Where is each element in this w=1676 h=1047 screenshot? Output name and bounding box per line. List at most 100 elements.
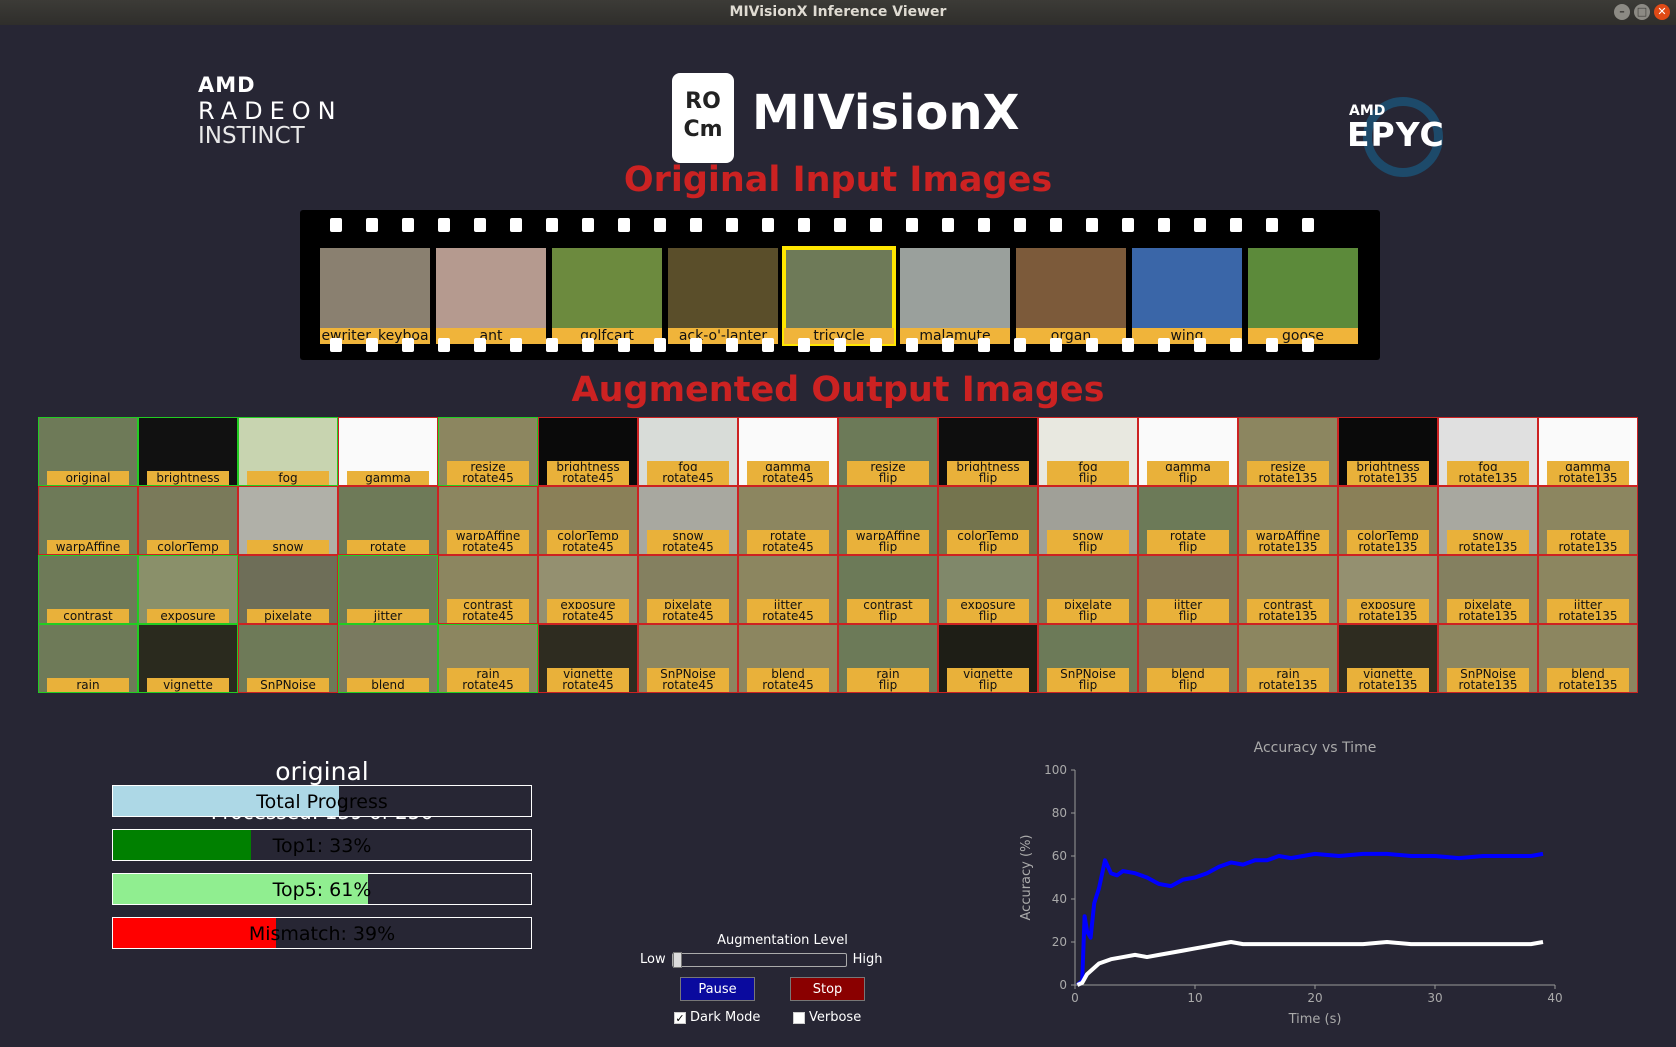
augmented-image-cell[interactable]: contrast rotate45 <box>438 555 538 624</box>
augmented-image-cell[interactable]: vignette flip <box>938 624 1038 693</box>
input-image-thumbnail[interactable]: malamute <box>900 248 1010 344</box>
sprocket-hole <box>474 338 486 352</box>
augmented-image-cell[interactable]: pixelate flip <box>1038 555 1138 624</box>
augmented-image-cell[interactable]: blend rotate135 <box>1538 624 1638 693</box>
augmented-image-cell[interactable]: colorTemp rotate135 <box>1338 486 1438 555</box>
augmented-image-cell[interactable]: pixelate rotate45 <box>638 555 738 624</box>
augmented-image-cell[interactable]: gamma rotate135 <box>1538 417 1638 486</box>
sprocket-hole <box>510 338 522 352</box>
slider-handle[interactable] <box>672 951 682 968</box>
augmented-image-cell[interactable]: brightness rotate135 <box>1338 417 1438 486</box>
augmented-image-cell[interactable]: snow flip <box>1038 486 1138 555</box>
augmented-image-cell[interactable]: jitter rotate135 <box>1538 555 1638 624</box>
augmented-image-cell[interactable]: rotate rotate135 <box>1538 486 1638 555</box>
augmented-image-cell[interactable]: gamma <box>338 417 438 486</box>
augmented-image-cell[interactable]: fog flip <box>1038 417 1138 486</box>
augmented-image-cell[interactable]: jitter <box>338 555 438 624</box>
augmented-image-cell[interactable]: snow rotate45 <box>638 486 738 555</box>
input-image-thumbnail[interactable]: tricycle <box>782 246 896 346</box>
augmented-image-cell[interactable]: exposure rotate45 <box>538 555 638 624</box>
augmentation-label: flip <box>1147 678 1229 692</box>
sprocket-hole <box>1158 218 1170 232</box>
checkbox-box-icon[interactable] <box>793 1011 805 1024</box>
verbose-checkbox[interactable]: Verbose <box>793 1010 861 1025</box>
augmented-image-cell[interactable]: rain <box>38 624 138 693</box>
augmented-image-cell[interactable]: blend <box>338 624 438 693</box>
augmented-image-cell[interactable]: pixelate rotate135 <box>1438 555 1538 624</box>
augmented-image-cell[interactable]: SnPNoise <box>238 624 338 693</box>
augmentation-label: rotate135 <box>1347 609 1429 623</box>
augmented-image-cell[interactable]: jitter flip <box>1138 555 1238 624</box>
augmented-image-cell[interactable]: jitter rotate45 <box>738 555 838 624</box>
augmented-image-cell[interactable]: original <box>38 417 138 486</box>
augmented-image-cell[interactable]: resize rotate135 <box>1238 417 1338 486</box>
sprocket-hole <box>978 338 990 352</box>
sprocket-hole <box>1122 338 1134 352</box>
augmented-image-cell[interactable]: contrast flip <box>838 555 938 624</box>
input-image-thumbnail[interactable]: ewriter_keyboa <box>320 248 430 344</box>
augmented-image-cell[interactable]: brightness rotate45 <box>538 417 638 486</box>
input-image-thumbnail[interactable]: ant <box>436 248 546 344</box>
augmented-image-cell[interactable]: vignette <box>138 624 238 693</box>
augmented-image-cell[interactable]: exposure flip <box>938 555 1038 624</box>
input-image-thumbnail[interactable]: goose <box>1248 248 1358 344</box>
augmentation-label: rotate45 <box>547 678 629 692</box>
input-image-thumbnail[interactable]: wing <box>1132 248 1242 344</box>
input-image-thumbnail[interactable]: organ <box>1016 248 1126 344</box>
augmented-image-cell[interactable]: fog rotate135 <box>1438 417 1538 486</box>
augmented-image-cell[interactable]: colorTemp flip <box>938 486 1038 555</box>
augmentation-label: rotate135 <box>1247 471 1329 485</box>
input-image-thumbnail[interactable]: ack-o'-lanter <box>668 248 778 344</box>
sprocket-hole <box>798 218 810 232</box>
augmented-image-cell[interactable]: warpAffine rotate45 <box>438 486 538 555</box>
augmented-image-cell[interactable]: vignette rotate135 <box>1338 624 1438 693</box>
augmented-image-cell[interactable]: warpAffine flip <box>838 486 938 555</box>
augmented-image-cell[interactable]: exposure rotate135 <box>1338 555 1438 624</box>
close-button[interactable]: ✕ <box>1654 4 1670 20</box>
augmentation-label: warpAffine <box>47 540 129 554</box>
augmented-image-cell[interactable]: brightness <box>138 417 238 486</box>
augmented-image-cell[interactable]: rain flip <box>838 624 938 693</box>
augmented-image-cell[interactable]: rain rotate45 <box>438 624 538 693</box>
augmented-image-cell[interactable]: snow <box>238 486 338 555</box>
stop-button[interactable]: Stop <box>790 977 865 1001</box>
augmented-image-cell[interactable]: blend flip <box>1138 624 1238 693</box>
augmentation-label: rotate <box>347 540 429 554</box>
augmented-image-cell[interactable]: fog <box>238 417 338 486</box>
augmented-image-cell[interactable]: warpAffine rotate135 <box>1238 486 1338 555</box>
augmented-image-cell[interactable]: resize flip <box>838 417 938 486</box>
augmented-image-cell[interactable]: exposure <box>138 555 238 624</box>
input-image-thumbnail[interactable]: golfcart <box>552 248 662 344</box>
augmentation-label: flip <box>1047 678 1129 692</box>
augmented-image-cell[interactable]: SnPNoise flip <box>1038 624 1138 693</box>
augmented-image-cell[interactable]: rotate <box>338 486 438 555</box>
augmented-image-cell[interactable]: SnPNoise rotate45 <box>638 624 738 693</box>
augmented-image-cell[interactable]: resize rotate45 <box>438 417 538 486</box>
augmented-image-cell[interactable]: rotate flip <box>1138 486 1238 555</box>
augmented-image-cell[interactable]: gamma rotate45 <box>738 417 838 486</box>
augmented-image-cell[interactable]: rotate rotate45 <box>738 486 838 555</box>
augmented-image-cell[interactable]: SnPNoise rotate135 <box>1438 624 1538 693</box>
sprocket-hole <box>870 338 882 352</box>
chart-title: Accuracy vs Time <box>1254 740 1377 756</box>
augmented-image-cell[interactable]: brightness flip <box>938 417 1038 486</box>
pause-button[interactable]: Pause <box>680 977 755 1001</box>
augmented-image-cell[interactable]: fog rotate45 <box>638 417 738 486</box>
dark-mode-checkbox[interactable]: ✓ Dark Mode <box>674 1010 760 1025</box>
augmented-image-cell[interactable]: contrast <box>38 555 138 624</box>
checkbox-check-icon[interactable]: ✓ <box>674 1011 686 1024</box>
augmented-image-cell[interactable]: colorTemp <box>138 486 238 555</box>
augmented-image-cell[interactable]: rain rotate135 <box>1238 624 1338 693</box>
minimize-button[interactable]: – <box>1614 4 1630 20</box>
augmented-image-cell[interactable]: pixelate <box>238 555 338 624</box>
augmented-image-cell[interactable]: warpAffine <box>38 486 138 555</box>
maximize-button[interactable]: □ <box>1634 4 1650 20</box>
window-controls: – □ ✕ <box>1614 4 1670 20</box>
augmented-image-cell[interactable]: contrast rotate135 <box>1238 555 1338 624</box>
augmented-image-cell[interactable]: gamma flip <box>1138 417 1238 486</box>
augmented-image-cell[interactable]: snow rotate135 <box>1438 486 1538 555</box>
augmentation-level-slider[interactable] <box>671 951 847 968</box>
augmented-image-cell[interactable]: blend rotate45 <box>738 624 838 693</box>
augmented-image-cell[interactable]: vignette rotate45 <box>538 624 638 693</box>
augmented-image-cell[interactable]: colorTemp rotate45 <box>538 486 638 555</box>
